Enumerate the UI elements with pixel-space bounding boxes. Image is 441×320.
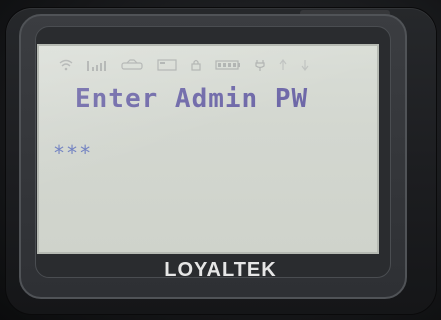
card-icon — [157, 59, 177, 71]
photo-scene: Enter Admin PW *** LOYALTEK — [0, 0, 441, 320]
brand-logo-text: LOYALTEK — [164, 259, 277, 281]
battery-icon — [215, 59, 241, 71]
arrow-down-icon — [301, 59, 309, 71]
connection-icon — [121, 59, 143, 71]
power-plug-icon — [255, 59, 265, 71]
arrow-up-icon — [279, 59, 287, 71]
wifi-icon — [59, 59, 73, 71]
signal-bars-icon — [87, 59, 107, 71]
lock-icon — [191, 59, 201, 71]
password-input-mask[interactable]: *** — [53, 142, 92, 164]
admin-password-prompt: Enter Admin PW — [75, 84, 309, 114]
status-bar — [59, 58, 369, 72]
lcd-screen: Enter Admin PW *** — [37, 44, 379, 254]
